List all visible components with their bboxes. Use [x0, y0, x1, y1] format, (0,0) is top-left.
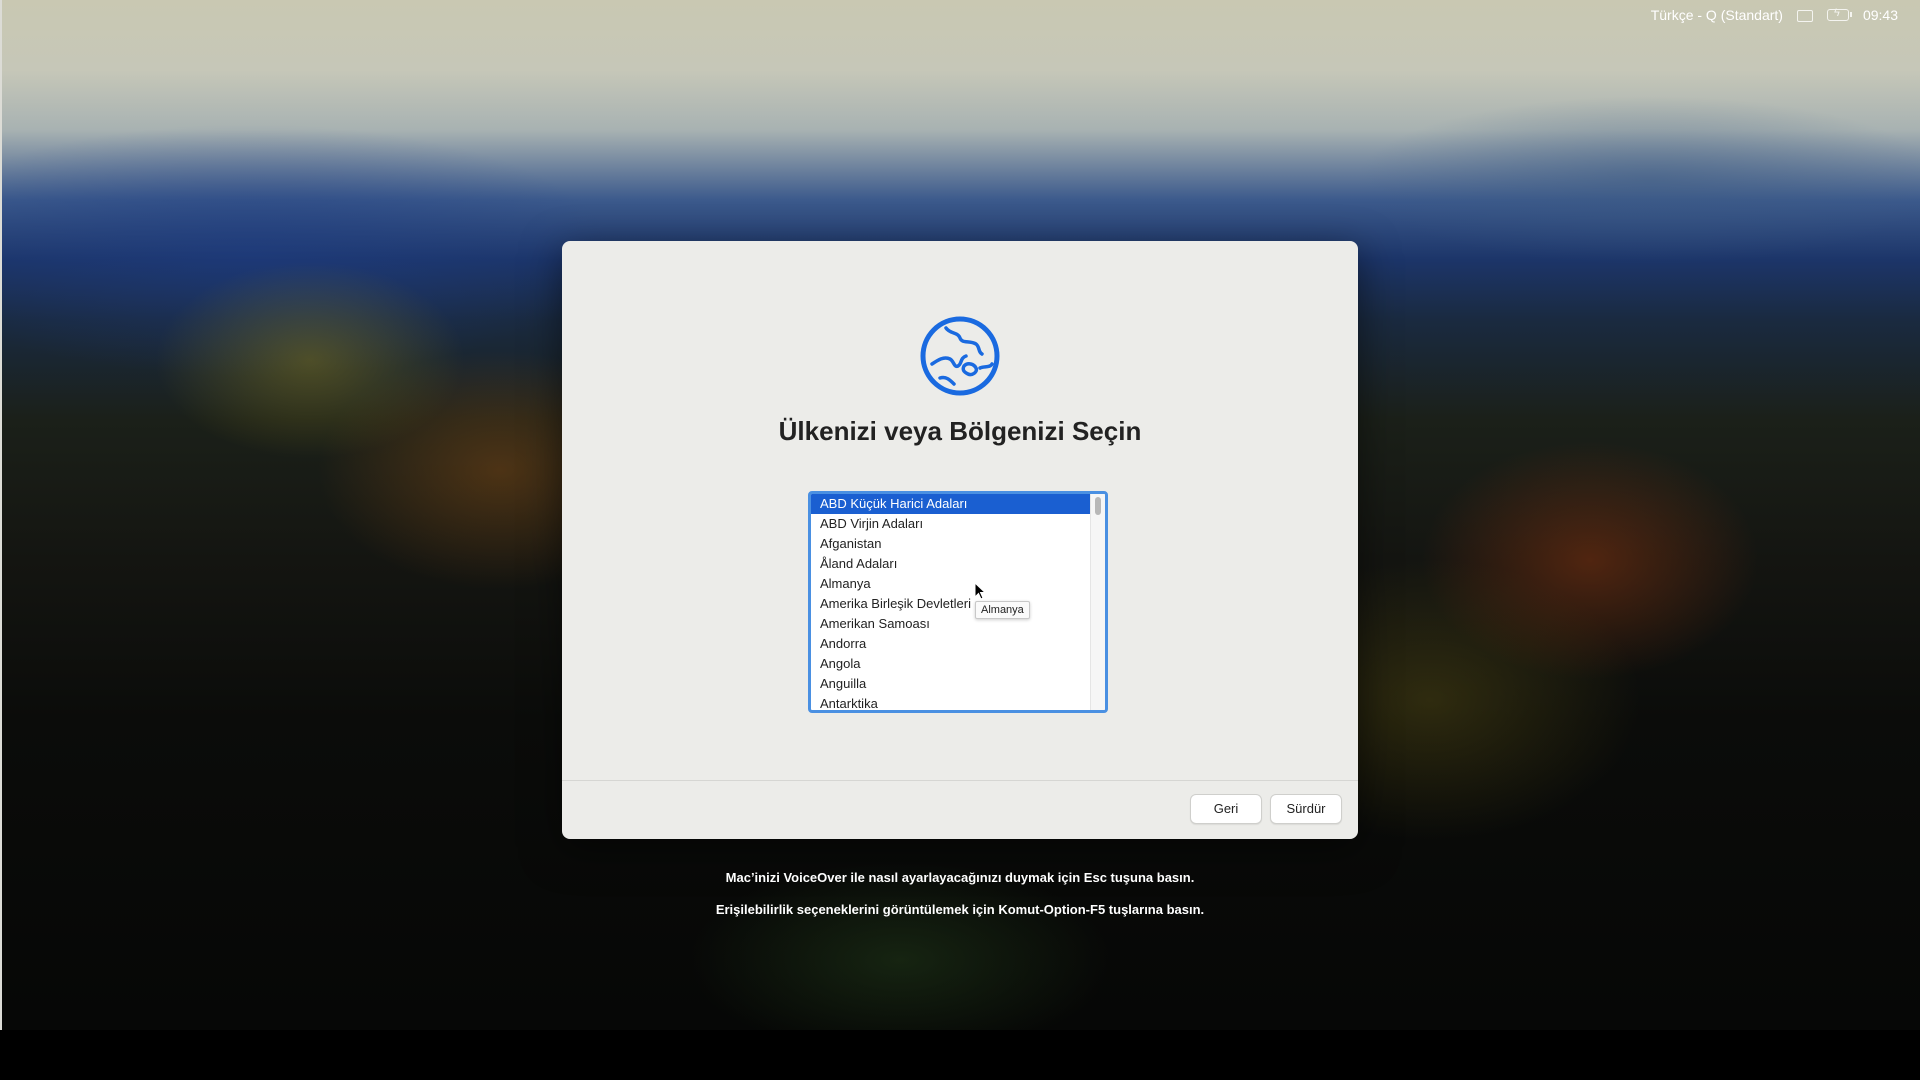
- globe-icon: [920, 316, 1000, 396]
- page-title: Ülkenizi veya Bölgenizi Seçin: [778, 416, 1142, 446]
- input-source-label[interactable]: Türkçe - Q (Standart): [1651, 7, 1783, 23]
- keyboard-icon[interactable]: [1796, 10, 1813, 22]
- setup-assistant-dialog: Ülkenizi veya Bölgenizi Seçin ABD Küçük …: [562, 241, 1358, 839]
- country-row[interactable]: Anguilla: [811, 674, 1093, 694]
- country-row[interactable]: ABD Virjin Adaları: [811, 514, 1093, 534]
- country-row[interactable]: Amerika Birleşik Devletleri: [811, 594, 1093, 614]
- scrollbar-thumb[interactable]: [1095, 497, 1101, 515]
- country-row[interactable]: Antarktika: [811, 694, 1093, 710]
- continue-button[interactable]: Sürdür: [1270, 794, 1342, 824]
- list-scrollbar[interactable]: [1090, 494, 1105, 710]
- tooltip: Almanya: [975, 601, 1030, 619]
- country-row[interactable]: Angola: [811, 654, 1093, 674]
- country-row[interactable]: Åland Adaları: [811, 554, 1093, 574]
- menu-bar: Türkçe - Q (Standart) ϟ 09:43: [1651, 0, 1920, 30]
- voiceover-hint: Mac’inizi VoiceOver ile nasıl ayarlayaca…: [725, 870, 1195, 885]
- charging-bolt-icon: ϟ: [1833, 7, 1840, 19]
- country-row[interactable]: Afganistan: [811, 534, 1093, 554]
- clock[interactable]: 09:43: [1863, 7, 1898, 23]
- country-row[interactable]: Amerikan Samoası: [811, 614, 1093, 634]
- accessibility-hint: Erişilebilirlik seçeneklerini görüntülem…: [715, 902, 1205, 917]
- country-list-items: ABD Küçük Harici Adaları ABD Virjin Adal…: [811, 494, 1093, 710]
- footer-divider: [562, 780, 1358, 781]
- battery-icon[interactable]: ϟ: [1826, 7, 1852, 21]
- bottom-letterbox: [0, 1030, 1920, 1080]
- back-button[interactable]: Geri: [1190, 794, 1262, 824]
- country-row[interactable]: Almanya: [811, 574, 1093, 594]
- country-row-selected[interactable]: ABD Küçük Harici Adaları: [811, 494, 1093, 514]
- country-row[interactable]: Andorra: [811, 634, 1093, 654]
- country-list[interactable]: ABD Küçük Harici Adaları ABD Virjin Adal…: [808, 491, 1108, 713]
- mouse-cursor-icon: [974, 582, 987, 600]
